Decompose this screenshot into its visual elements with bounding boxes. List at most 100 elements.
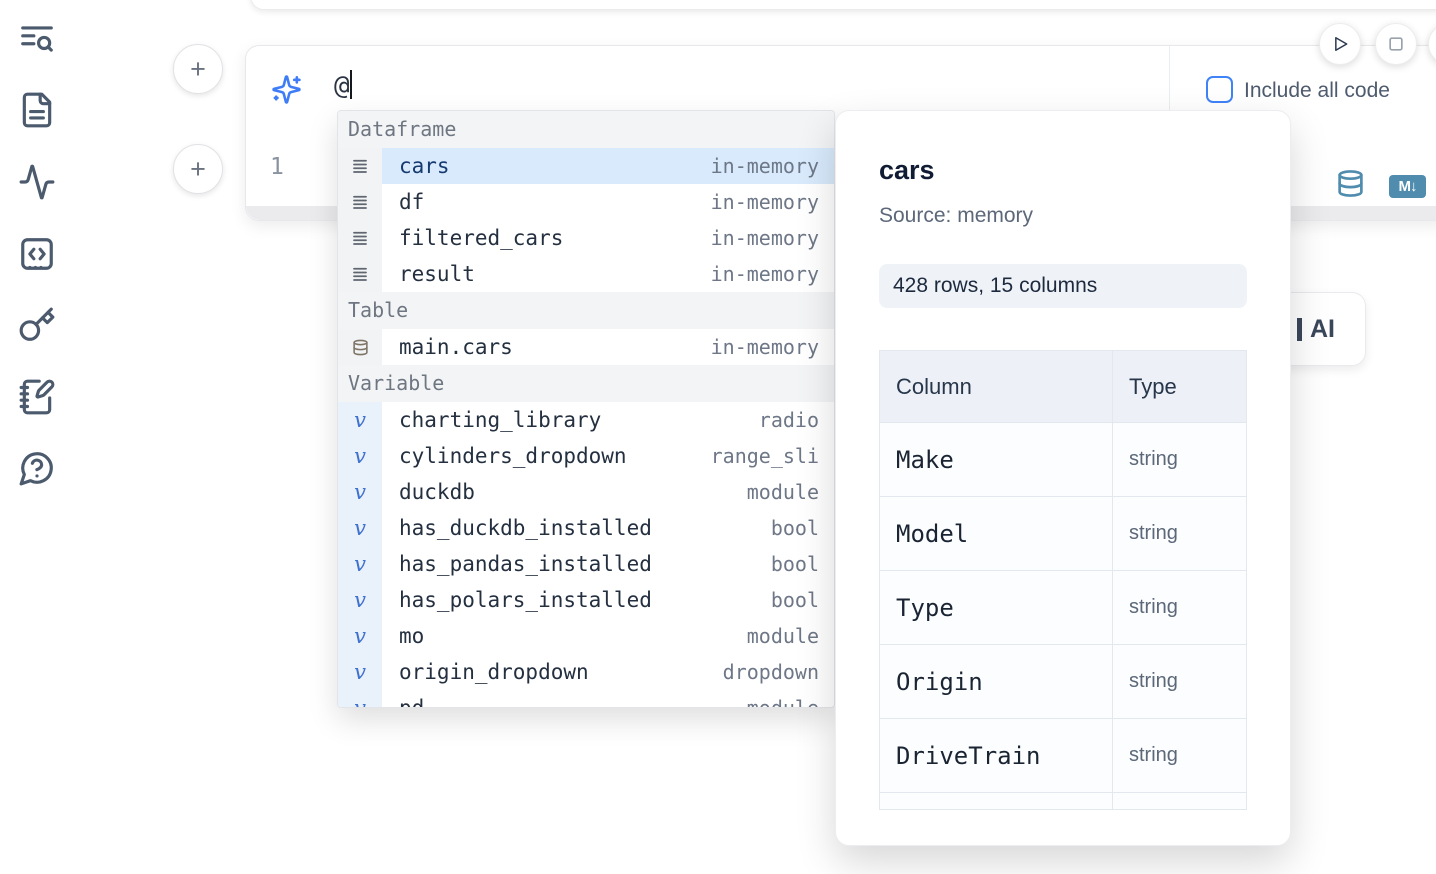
database-icon [338, 329, 382, 365]
item-name: has_duckdb_installed [399, 516, 652, 540]
autocomplete-item-df[interactable]: dfin-memory [338, 184, 834, 220]
table-row: DriveTrain string [880, 719, 1246, 793]
include-all-code-label: Include all code [1244, 79, 1390, 103]
variable-icon: v [338, 438, 382, 474]
variable-icon: v [338, 546, 382, 582]
sparkles-icon [271, 74, 302, 105]
table-row: Origin string [880, 645, 1246, 719]
item-name: has_polars_installed [399, 588, 652, 612]
activity-icon [18, 163, 56, 201]
autocomplete-section-header: Dataframe [338, 111, 834, 148]
panel-title: cars [879, 155, 1247, 186]
autocomplete-item-has_polars_installed[interactable]: v has_polars_installed bool [338, 582, 834, 618]
item-name: df [399, 190, 424, 214]
column-type: string [1129, 448, 1178, 471]
autocomplete-item-duckdb[interactable]: vduckdb module [338, 474, 834, 510]
dataframe-preview-panel: cars Source: memory 428 rows, 15 columns… [835, 110, 1291, 846]
autocomplete-item-cars[interactable]: cars in-memory [338, 148, 834, 184]
autocomplete-item-has_duckdb_installed[interactable]: vhas_duckdb_installedbool [338, 510, 834, 546]
run-cell-button[interactable] [1319, 23, 1361, 65]
clipped-letter [1297, 318, 1302, 341]
column-header: Column [880, 351, 1113, 422]
key-icon [18, 306, 56, 344]
sidebar-item-snippets[interactable] [18, 235, 56, 273]
schema-table-body: MakestringModelstringTypestringOriginstr… [880, 423, 1246, 793]
text-caret [350, 70, 352, 99]
schema-table[interactable]: Column Type MakestringModelstringTypestr… [879, 350, 1247, 810]
sidebar-item-secrets[interactable] [18, 306, 56, 344]
item-name: result [399, 262, 475, 286]
column-type: string [1129, 596, 1178, 619]
include-all-code-checkbox[interactable] [1206, 76, 1233, 103]
item-type: dropdown [723, 660, 819, 684]
autocomplete-list: Dataframecarsin-memorydfin-memoryfiltere… [338, 111, 834, 708]
column-type: string [1129, 744, 1178, 767]
item-type: module [747, 696, 819, 708]
table-row: Makestring [880, 423, 1246, 497]
item-type: in-memory [711, 154, 819, 178]
autocomplete-dropdown: Dataframecarsin-memorydfin-memoryfiltere… [337, 110, 835, 708]
column-name: Model [896, 520, 968, 548]
panel-source: Source: memory [879, 204, 1247, 228]
item-type: bool [771, 588, 819, 612]
item-name: duckdb [399, 480, 475, 504]
item-type: bool [771, 552, 819, 576]
column-name: DriveTrain [896, 742, 1041, 770]
autocomplete-item-has_pandas_installed[interactable]: v has_pandas_installed bool [338, 546, 834, 582]
sidebar-item-scratchpad[interactable] [18, 378, 56, 416]
item-name: cylinders_dropdown [399, 444, 627, 468]
item-type: module [747, 480, 819, 504]
variable-icon: v [338, 474, 382, 510]
autocomplete-item-main.cars[interactable]: main.carsin-memory [338, 329, 834, 365]
item-name: pd [399, 696, 424, 708]
code-square-icon [18, 235, 56, 273]
add-cell-below-button[interactable]: + [173, 144, 223, 194]
item-type: in-memory [711, 226, 819, 250]
item-type: in-memory [711, 335, 819, 359]
item-type: bool [771, 516, 819, 540]
autocomplete-item-pd[interactable]: v pd module [338, 690, 834, 708]
rows-icon [338, 220, 382, 256]
column-type: string [1129, 670, 1178, 693]
schema-table-header: Column Type [880, 351, 1246, 423]
notebook-pen-icon [18, 378, 56, 416]
table-row-partial [880, 793, 1246, 810]
table-row: Type string [880, 571, 1246, 645]
sidebar-item-help[interactable] [18, 449, 56, 487]
autocomplete-section-header: Variable [338, 365, 834, 402]
stop-cell-button[interactable] [1375, 23, 1417, 65]
rows-icon [338, 148, 382, 184]
ai-prompt-value: @ [334, 71, 350, 101]
line-number: 1 [270, 154, 284, 180]
autocomplete-item-origin_dropdown[interactable]: v origin_dropdown dropdown [338, 654, 834, 690]
add-cell-above-button[interactable]: + [173, 44, 223, 94]
variable-icon: v [338, 690, 382, 708]
autocomplete-item-result[interactable]: resultin-memory [338, 256, 834, 292]
sidebar-item-files[interactable] [18, 91, 56, 129]
variable-icon: v [338, 654, 382, 690]
message-question-icon [18, 449, 56, 487]
variable-icon: v [338, 402, 382, 438]
stop-icon [1386, 34, 1406, 54]
markdown-icon[interactable]: M↓ [1389, 175, 1426, 198]
item-name: cars [399, 154, 450, 178]
item-name: mo [399, 624, 424, 648]
sidebar-item-dependencies[interactable] [18, 163, 56, 201]
database-icon[interactable] [1336, 169, 1365, 198]
autocomplete-item-cylinders_dropdown[interactable]: v cylinders_dropdown range_sli [338, 438, 834, 474]
sidebar-item-toc-search[interactable] [18, 20, 56, 58]
column-name: Type [896, 594, 954, 622]
item-name: origin_dropdown [399, 660, 589, 684]
item-name: has_pandas_installed [399, 552, 652, 576]
file-text-icon [18, 91, 56, 129]
variable-icon: v [338, 582, 382, 618]
item-type: range_sli [711, 444, 819, 468]
column-name: Origin [896, 668, 983, 696]
ai-prompt-input[interactable]: @ [334, 70, 1154, 114]
autocomplete-item-charting_library[interactable]: vcharting_libraryradio [338, 402, 834, 438]
ai-button-label: AI [1310, 315, 1335, 344]
rows-icon [338, 184, 382, 220]
autocomplete-item-mo[interactable]: vmomodule [338, 618, 834, 654]
autocomplete-item-filtered_cars[interactable]: filtered_carsin-memory [338, 220, 834, 256]
table-row: Modelstring [880, 497, 1246, 571]
